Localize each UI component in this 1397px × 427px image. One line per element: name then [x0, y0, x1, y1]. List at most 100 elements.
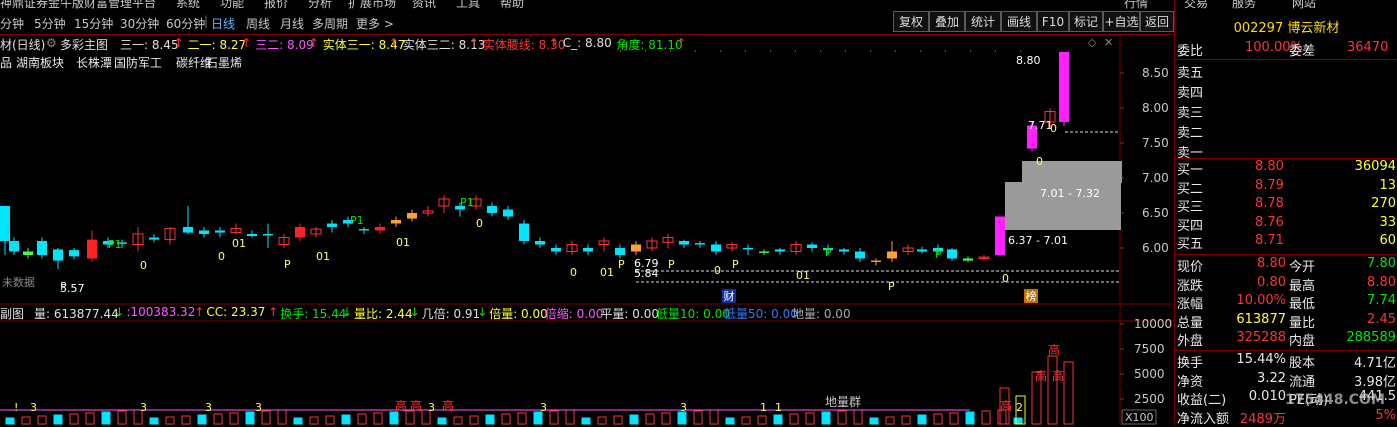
candle-body — [995, 216, 1005, 255]
volume-bar — [805, 412, 815, 425]
buy-label: 买三 — [1177, 200, 1204, 215]
period-tab[interactable]: 30分钟 — [120, 15, 159, 32]
period-tab[interactable]: 更多 > — [356, 15, 394, 32]
stat-row: 净流入额 2489万 5% — [1175, 408, 1397, 427]
candle-body — [615, 248, 625, 255]
top-menu-item[interactable]: 神鼎证券金牛版财富管理平台 — [0, 0, 156, 10]
tool-button[interactable]: F10 — [1037, 11, 1069, 32]
stat-value: 0.010 — [1248, 389, 1286, 404]
top-menu-item[interactable]: 帮助 — [500, 0, 524, 10]
signal-label: P — [618, 258, 625, 271]
trend-arrow-icon: ↓ — [477, 305, 488, 319]
stat-label: 涨幅 — [1177, 297, 1204, 312]
candle-body — [247, 234, 257, 237]
volume-bar — [949, 412, 959, 425]
candle-body — [583, 248, 593, 252]
buy-price: 8.79 — [1255, 177, 1284, 193]
volume-tick-label: 5000 — [1134, 367, 1165, 381]
top-menu-item[interactable]: 系统 — [176, 0, 200, 10]
stat-label: 股本 — [1289, 356, 1316, 371]
signal-label: 0 — [570, 266, 577, 279]
volume-bar — [229, 412, 239, 425]
volume-bar — [149, 417, 159, 425]
volume-bar — [117, 410, 127, 425]
top-menu-item[interactable]: 资讯 — [412, 0, 436, 10]
signal-label: P — [888, 280, 895, 293]
signal-label: P — [60, 280, 67, 293]
top-menu-item[interactable]: 报价 — [264, 0, 288, 10]
tool-button[interactable]: 复权 — [893, 11, 929, 32]
volume-indicator-line: 副图 量: 613877.44 ↓:100383.32 ↑ CC: 23.37 ↑ 换手:… — [0, 305, 1120, 321]
tool-button[interactable]: 标记 — [1069, 11, 1103, 32]
tool-button[interactable]: 返回 — [1140, 11, 1174, 32]
top-menu-item[interactable]: 工具 — [456, 0, 480, 10]
candle-body — [69, 250, 79, 257]
period-tab[interactable]: 5分钟 — [34, 15, 66, 32]
volume-signal: 3 — [680, 401, 687, 414]
period-tab[interactable]: 15分钟 — [74, 15, 113, 32]
signal-label: 0 — [218, 250, 225, 263]
volume-bar — [357, 413, 367, 425]
volume-bar — [501, 413, 511, 425]
stat-row: 净资 3.22 流通 3.98亿 — [1175, 371, 1397, 390]
top-menu-item[interactable]: 扩展市场 — [348, 0, 396, 10]
stat-row: 涨幅 10.00% 最低 7.74 — [1175, 293, 1397, 312]
tool-button[interactable]: 画线 — [1001, 11, 1037, 32]
volume-bar — [261, 410, 271, 425]
period-tab[interactable]: 月线 — [280, 15, 304, 32]
buy-price: 8.80 — [1255, 159, 1284, 174]
stock-code: 002297 — [1233, 21, 1284, 36]
signal-label: 0 — [140, 259, 147, 272]
stat-value: 10.00% — [1236, 293, 1286, 308]
candle-body — [407, 213, 417, 219]
stat-label: 外盘 — [1177, 334, 1204, 349]
tool-button[interactable]: +自选 — [1103, 11, 1140, 32]
stat-label: 总量 — [1177, 315, 1204, 331]
volume-bar — [437, 417, 447, 425]
candle-body — [917, 249, 927, 252]
tool-button[interactable]: 统计 — [965, 11, 1001, 32]
candle-body — [295, 227, 305, 238]
period-tab[interactable]: 分钟 — [0, 15, 24, 32]
top-menu-item[interactable]: 行情 — [1124, 0, 1148, 10]
volume-bar — [581, 417, 591, 425]
period-tab[interactable]: 周线 — [246, 15, 270, 32]
candle-body — [551, 248, 561, 252]
signal-label: P1 — [350, 214, 364, 227]
volume-tick-label: 7500 — [1134, 342, 1165, 356]
period-tab[interactable]: 60分钟 — [166, 15, 205, 32]
volume-signal: 3 — [540, 401, 547, 414]
stat-value: 8.80 — [1257, 256, 1286, 271]
volume-bar — [853, 409, 863, 425]
tool-button[interactable]: 叠加 — [929, 11, 965, 32]
period-tab[interactable]: 多周期 — [312, 15, 348, 32]
trend-arrow-icon: ↓ — [409, 305, 420, 319]
cai-badge-label: 财 — [724, 289, 735, 303]
signal-label: P1 — [108, 238, 122, 251]
stat-value: 15.44% — [1236, 352, 1286, 367]
volume-bar — [453, 416, 463, 425]
buy-label: 买二 — [1177, 181, 1204, 197]
candle-body — [711, 244, 721, 252]
trend-arrow-icon: ↑ — [194, 305, 205, 319]
top-menu-item[interactable]: 分析 — [308, 0, 332, 10]
kline-chart[interactable]: 8.508.007.507.006.506.001000075005000250… — [0, 34, 1174, 425]
candle-body — [775, 249, 785, 252]
candle-body — [871, 260, 881, 262]
x100-label: X100 — [1125, 411, 1154, 424]
top-menu-item[interactable]: 功能 — [220, 0, 244, 10]
volume-tick-label: 2500 — [1134, 392, 1165, 406]
stat-value: 3.98亿 — [1354, 374, 1396, 390]
volume-signal: 3 — [140, 401, 147, 414]
volume-bar — [757, 415, 767, 425]
buy-row: 买三 8.78 270 — [1175, 196, 1397, 215]
period-tab[interactable]: 日线 — [211, 15, 235, 32]
price-tick-label: 7.00 — [1142, 171, 1169, 185]
webi-label: 委比 — [1177, 44, 1204, 59]
volume-bar — [389, 411, 399, 425]
signal-label: P — [732, 258, 739, 271]
buy-volume: 33 — [1379, 214, 1396, 230]
volume-bar — [981, 410, 991, 425]
volume-high-label: 高 — [1000, 398, 1012, 413]
volume-bar — [53, 414, 63, 425]
